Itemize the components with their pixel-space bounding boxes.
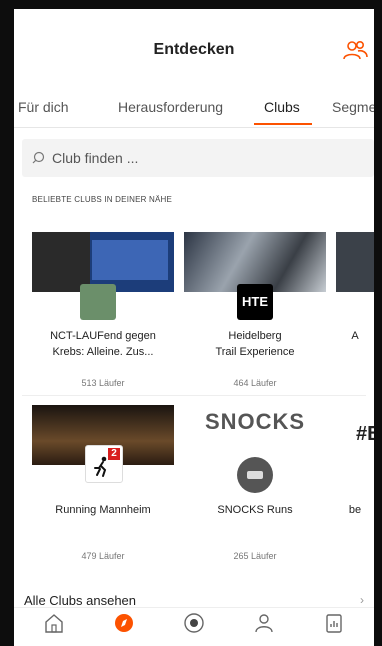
row-divider xyxy=(22,395,366,396)
club-cover-image: #BI xyxy=(336,405,374,465)
section-heading: BELIEBTE CLUBS IN DEINER NÄHE xyxy=(32,195,173,204)
club-card-partial-2[interactable]: #BI be xyxy=(336,405,374,573)
tab-bar: Für dich Herausforderung Clubs Segme xyxy=(14,87,374,128)
people-icon[interactable] xyxy=(342,39,368,61)
explore-icon xyxy=(115,614,133,632)
chevron-right-icon: › xyxy=(360,593,364,607)
club-card-partial[interactable]: A xyxy=(336,232,374,400)
nav-home[interactable] xyxy=(24,612,84,639)
club-member-count: 479 Läufer xyxy=(81,551,125,561)
training-icon xyxy=(326,614,342,633)
record-icon xyxy=(184,613,204,633)
nav-explore[interactable] xyxy=(94,612,154,639)
club-cover-image: SNOCKS xyxy=(184,405,326,465)
club-name: SNOCKS Runs xyxy=(217,504,293,516)
tab-segmente[interactable]: Segme xyxy=(332,99,374,115)
club-cover-image xyxy=(32,232,174,292)
club-name: be xyxy=(348,504,362,516)
page-title: Entdecken xyxy=(153,41,235,58)
header: Entdecken xyxy=(14,9,374,87)
club-cover-image xyxy=(336,232,374,292)
club-badge: HTE xyxy=(237,284,273,320)
snocks-logo: SNOCKS xyxy=(204,409,306,434)
club-name: NCT-LAUFend gegen Krebs: Alleine. Zus... xyxy=(50,330,156,358)
search-icon xyxy=(32,151,45,164)
club-name: Running Mannheim xyxy=(55,504,151,516)
club-card-snocks[interactable]: SNOCKS SNOCKS Runs 265 Läufer xyxy=(184,405,326,573)
home-icon xyxy=(45,614,63,633)
search-placeholder: Club finden ... xyxy=(52,150,139,166)
club-card-nct[interactable]: NCT-LAUFend gegen Krebs: Alleine. Zus...… xyxy=(32,232,174,400)
club-badge xyxy=(237,457,273,493)
runner-icon xyxy=(94,456,107,477)
club-member-count: 464 Läufer xyxy=(233,378,277,388)
club-member-count: 513 Läufer xyxy=(81,378,125,388)
club-card-running-mannheim[interactable]: 2 Running Mannheim 479 Läufer xyxy=(32,405,174,573)
tab-herausforderung[interactable]: Herausforderung xyxy=(118,99,223,115)
club-name: A xyxy=(351,330,359,342)
club-member-count: 265 Läufer xyxy=(233,551,277,561)
club-card-hte[interactable]: HTE Heidelberg Trail Experience 464 Läuf… xyxy=(184,232,326,400)
tab-fuer-dich[interactable]: Für dich xyxy=(18,99,69,115)
screen: Entdecken Für dich Herausforderung Clubs… xyxy=(14,9,374,646)
club-badge: 2 xyxy=(85,445,123,483)
club-badge xyxy=(80,284,116,320)
nav-record[interactable] xyxy=(164,612,224,639)
club-search-input[interactable]: Club finden ... xyxy=(22,139,374,177)
club-cover-image xyxy=(184,232,326,292)
all-clubs-link[interactable]: Alle Clubs ansehen xyxy=(24,593,136,608)
nav-profile[interactable] xyxy=(234,612,294,639)
bottom-navigation xyxy=(14,607,374,646)
club-name: Heidelberg Trail Experience xyxy=(215,330,295,358)
tab-clubs[interactable]: Clubs xyxy=(264,99,300,115)
profile-icon xyxy=(255,614,273,633)
nav-training[interactable] xyxy=(304,612,364,639)
club-logo-text: #BI xyxy=(356,423,374,445)
active-tab-indicator xyxy=(254,123,312,125)
